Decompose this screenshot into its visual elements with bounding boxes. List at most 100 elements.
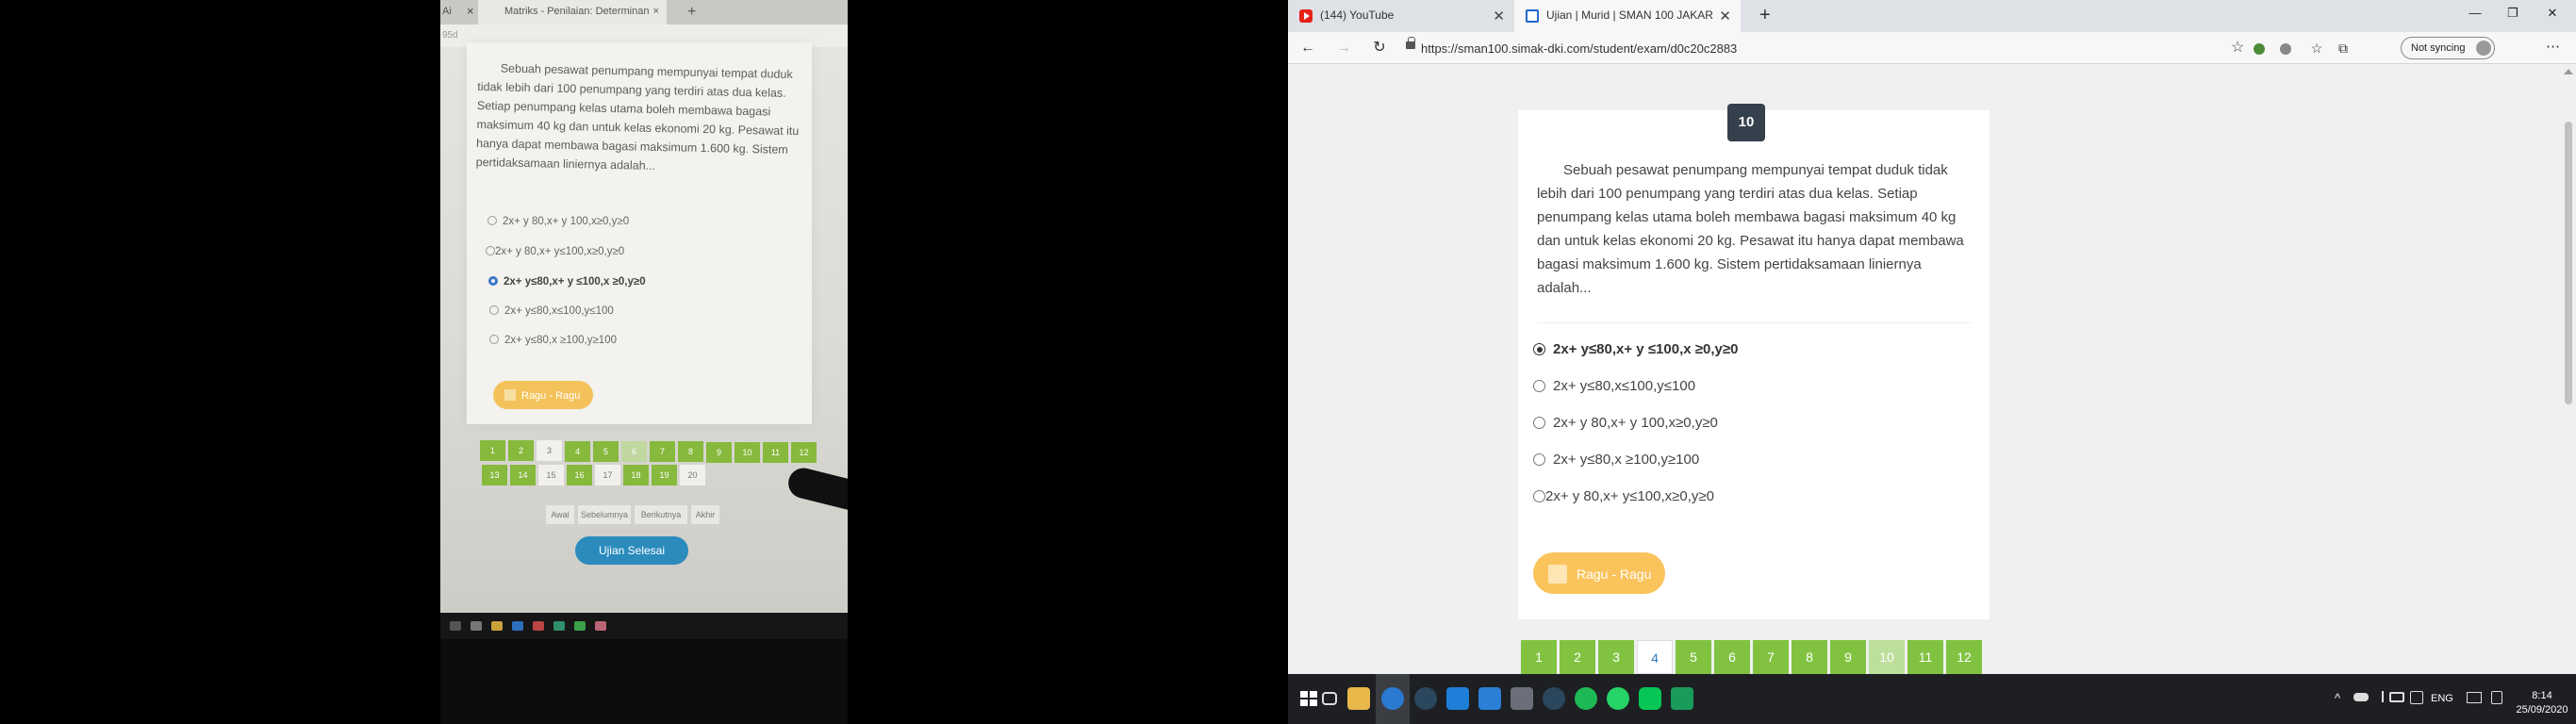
close-window-button[interactable]: ✕ (2538, 6, 2567, 21)
page-button-5[interactable]: 5 (1676, 640, 1711, 674)
photo-page-number: 15 (538, 465, 564, 485)
collections-icon[interactable]: ⧉ (2333, 38, 2353, 58)
answer-option-e[interactable]: 2x+ y 80,x+ y≤100,x≥0,y≥0 (1533, 485, 1714, 510)
app2-icon[interactable] (1671, 687, 1693, 710)
answer-option-a[interactable]: 2x+ y≤80,x+ y ≤100,x ≥0,y≥0 (1533, 338, 1738, 363)
favorites-icon[interactable]: ☆ (2306, 38, 2327, 58)
edge-icon[interactable] (1381, 687, 1404, 710)
photo-page-number: 9 (706, 441, 732, 463)
forward-button[interactable]: → (1333, 38, 1354, 58)
lock-icon (1406, 37, 1415, 49)
page-button-7[interactable]: 7 (1753, 640, 1789, 674)
photo-option: 2x+ y 80,x+ y 100,x≥0,y≥0 (487, 216, 629, 227)
whatsapp-icon[interactable] (1607, 687, 1629, 710)
vscode-icon[interactable] (1478, 687, 1501, 710)
photo-tab-close-icon: × (652, 6, 659, 17)
page-button-4[interactable]: 4 (1637, 640, 1673, 674)
browser-window: (144) YouTube ✕ Ujian | Murid | SMAN 100… (1288, 0, 2576, 724)
photo-option-label: 2x+ y≤80,x+ y ≤100,x ≥0,y≥0 (504, 276, 646, 288)
photo-page-number: 19 (652, 465, 677, 485)
spotify-icon[interactable] (1575, 687, 1597, 710)
page-button-6[interactable]: 6 (1714, 640, 1750, 674)
ragu-button[interactable]: Ragu - Ragu (1533, 552, 1665, 594)
minimize-button[interactable]: — (2461, 6, 2489, 20)
tab-title: (144) YouTube (1320, 8, 1395, 22)
menu-icon[interactable]: ⋯ (2546, 38, 2560, 55)
ragu-label: Ragu - Ragu (1577, 567, 1652, 582)
photo-checkbox-icon (504, 389, 516, 401)
favorite-star-icon[interactable]: ☆ (2231, 38, 2244, 57)
page-button-11[interactable]: 11 (1907, 640, 1943, 674)
photo-page-number: 3 (537, 440, 562, 462)
photo-page-number: 20 (680, 465, 705, 485)
page-button-9[interactable]: 9 (1830, 640, 1866, 674)
battery-icon[interactable] (2491, 691, 2502, 704)
photo-option: 2x+ y 80,x+ y≤100,x≥0,y≥0 (486, 246, 624, 257)
page-button-10[interactable]: 10 (1869, 640, 1905, 674)
tab-close-icon[interactable]: ✕ (1493, 8, 1505, 25)
avatar (2476, 41, 2491, 56)
radio-icon[interactable] (1533, 417, 1545, 429)
photo-folder-icon (491, 621, 503, 631)
sync-button[interactable]: Not syncing (2401, 37, 2495, 59)
line-icon[interactable] (1639, 687, 1661, 710)
checkbox-icon[interactable] (1548, 565, 1567, 584)
photo-ragu-button: Ragu - Ragu (493, 381, 593, 409)
photo-url-fragment: 95d (442, 30, 458, 41)
windows-start-icon[interactable] (1297, 687, 1320, 710)
photo-finish-button: Ujian Selesai (575, 536, 688, 565)
new-tab-button[interactable]: + (1759, 5, 1771, 26)
file-explorer-icon[interactable] (1347, 687, 1370, 710)
photo-page-number: 16 (567, 465, 592, 485)
option-label: 2x+ y≤80,x ≥100,y≥100 (1553, 452, 1700, 468)
page-button-2[interactable]: 2 (1560, 640, 1595, 674)
taskbar-clock[interactable]: 8:14 25/09/2020 (2516, 689, 2568, 717)
page-button-3[interactable]: 3 (1598, 640, 1634, 674)
mail-icon[interactable] (1511, 687, 1533, 710)
network-icon[interactable] (2389, 692, 2404, 702)
tab-exam[interactable]: Ujian | Murid | SMAN 100 JAKAR ✕ (1514, 0, 1741, 32)
tab-strip: (144) YouTube ✕ Ujian | Murid | SMAN 100… (1288, 0, 2576, 32)
photo-option-label: 2x+ y≤80,x ≥100,y≥100 (504, 335, 617, 346)
photo-tab-bar: Ai × Matriks - Penilaian: Determinan × + (440, 0, 848, 25)
app-icon[interactable] (1446, 687, 1469, 710)
steam-icon[interactable] (1414, 687, 1437, 710)
tray-chevron-icon[interactable]: ^ (2335, 691, 2340, 705)
address-bar[interactable]: https://sman100.simak-dki.com/student/ex… (1406, 36, 1821, 60)
page-button-8[interactable]: 8 (1792, 640, 1827, 674)
refresh-button[interactable]: ↻ (1369, 38, 1390, 58)
scrollbar-thumb[interactable] (2565, 122, 2572, 404)
page-button-1[interactable]: 1 (1521, 640, 1557, 674)
back-button[interactable]: ← (1297, 38, 1318, 58)
language-indicator[interactable]: ENG (2431, 693, 2453, 704)
keyboard-icon[interactable] (2410, 691, 2423, 704)
scrollbar[interactable] (2561, 65, 2576, 674)
answer-option-d[interactable]: 2x+ y≤80,x ≥100,y≥100 (1533, 449, 1699, 473)
restore-button[interactable]: ❐ (2499, 6, 2527, 21)
photo-page-number: 5 (593, 440, 619, 462)
photo-page-number: 7 (650, 441, 675, 463)
photo-page-number: 11 (763, 442, 788, 463)
steam2-icon[interactable] (1543, 687, 1565, 710)
display-icon[interactable] (2467, 692, 2482, 703)
divider (1537, 322, 1971, 323)
cloud-icon[interactable] (2353, 693, 2369, 701)
option-label: 2x+ y 80,x+ y≤100,x≥0,y≥0 (1545, 488, 1714, 504)
answer-option-b[interactable]: 2x+ y≤80,x≤100,y≤100 (1533, 375, 1695, 400)
radio-icon[interactable] (1533, 380, 1545, 392)
radio-checked-icon[interactable] (1533, 343, 1545, 355)
radio-icon[interactable] (1533, 490, 1545, 502)
extension2-icon[interactable] (2280, 43, 2291, 55)
scroll-up-icon[interactable] (2564, 69, 2573, 74)
photo-app2-icon (595, 621, 606, 631)
tab-close-icon[interactable]: ✕ (1719, 8, 1731, 25)
extension-icon[interactable] (2254, 43, 2265, 55)
option-label: 2x+ y≤80,x≤100,y≤100 (1553, 378, 1696, 394)
photo-radio-icon (487, 216, 497, 225)
tab-youtube[interactable]: (144) YouTube ✕ (1288, 0, 1514, 32)
task-view-icon[interactable] (1322, 692, 1337, 705)
radio-icon[interactable] (1533, 453, 1545, 466)
answer-option-c[interactable]: 2x+ y 80,x+ y 100,x≥0,y≥0 (1533, 412, 1718, 436)
page-button-12[interactable]: 12 (1946, 640, 1982, 674)
volume-icon[interactable] (2374, 691, 2384, 702)
